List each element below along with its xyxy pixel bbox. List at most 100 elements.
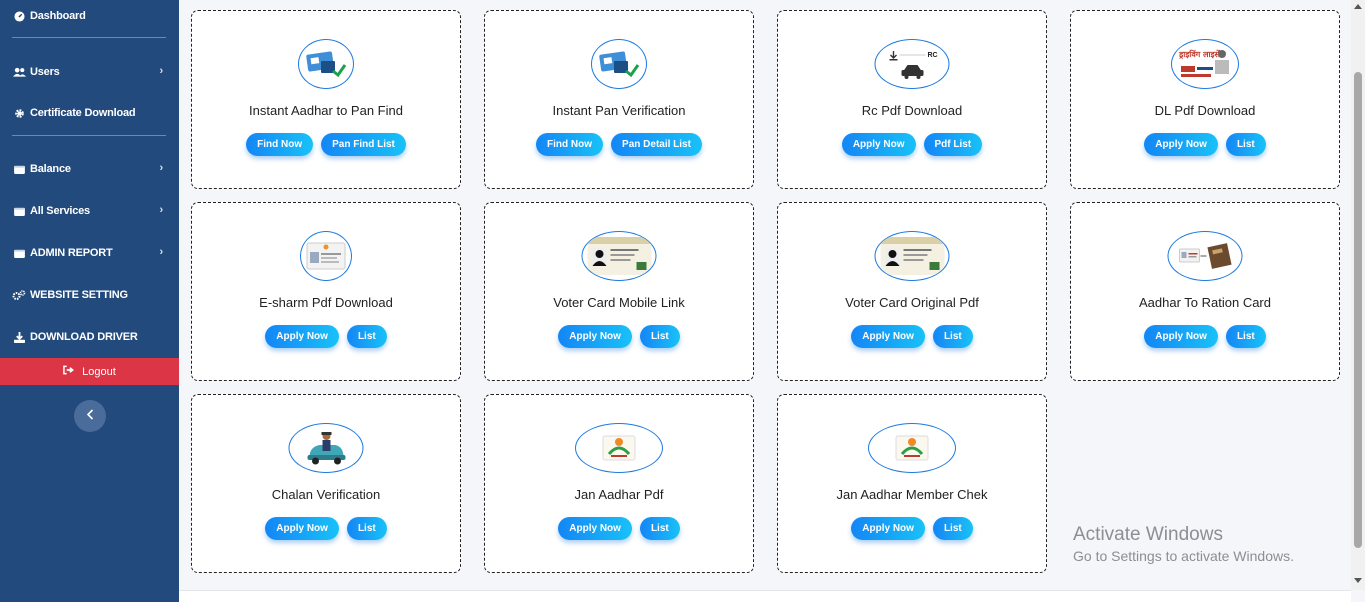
- sidebar-item-certificate-download[interactable]: Certificate Download: [12, 102, 165, 124]
- service-card-aadhar-to-ration: Aadhar To Ration Card Apply Now List: [1070, 202, 1340, 381]
- list-button[interactable]: List: [346, 325, 387, 348]
- service-card-voter-card-mobile-link: Voter Card Mobile Link Apply Now List: [484, 202, 754, 381]
- list-button[interactable]: List: [1225, 325, 1266, 348]
- service-title: Jan Aadhar Pdf: [574, 487, 664, 502]
- sidebar-item-website-setting[interactable]: WEBSITE SETTING: [12, 284, 165, 306]
- jan-aadhar-logo-icon: [868, 423, 956, 473]
- sidebar-item-label: Users: [30, 66, 60, 78]
- cogs-icon: [12, 289, 26, 301]
- service-title: Voter Card Original Pdf: [845, 295, 979, 310]
- service-title: E-sharm Pdf Download: [259, 295, 393, 310]
- service-card-pan-verification: Instant Pan Verification Find Now Pan De…: [484, 10, 754, 189]
- service-card-rc-pdf-download: RC Rc Pdf Download Apply Now Pdf List: [777, 10, 1047, 189]
- apply-now-button[interactable]: Apply Now: [851, 517, 925, 540]
- apply-now-button[interactable]: Apply Now: [265, 325, 339, 348]
- service-card-jan-aadhar-pdf: Jan Aadhar Pdf Apply Now List: [484, 394, 754, 573]
- sidebar-item-label: Balance: [30, 163, 71, 175]
- sidebar-divider: [12, 37, 166, 38]
- rc-logo-icon: RC: [874, 39, 950, 89]
- scrollbar-thumb[interactable]: [1354, 72, 1362, 548]
- list-button[interactable]: List: [639, 325, 680, 348]
- ration-card-logo-icon: [1167, 231, 1243, 281]
- wallet-icon: [12, 247, 26, 259]
- sidebar-item-users[interactable]: Users ›: [12, 61, 165, 83]
- sidebar-item-download-driver[interactable]: DOWNLOAD DRIVER: [12, 326, 165, 348]
- sidebar-item-label: Certificate Download: [30, 107, 136, 119]
- sidebar-collapse-button[interactable]: [74, 400, 106, 432]
- chevron-right-icon: ›: [159, 204, 164, 216]
- main-content: Instant Aadhar to Pan Find Find Now Pan …: [179, 0, 1351, 590]
- rc-logo-text: RC: [927, 52, 937, 59]
- pdf-list-button[interactable]: Pdf List: [923, 133, 983, 156]
- service-card-jan-aadhar-member-chek: Jan Aadhar Member Chek Apply Now List: [777, 394, 1047, 573]
- sidebar: Dashboard Users › Certificate Download B…: [0, 0, 179, 602]
- sidebar-item-label: WEBSITE SETTING: [30, 289, 128, 301]
- list-button[interactable]: List: [1225, 133, 1266, 156]
- chevron-right-icon: ›: [159, 162, 164, 174]
- service-title: Voter Card Mobile Link: [553, 295, 685, 310]
- aadhar-pan-logo-icon: [298, 39, 354, 89]
- apply-now-button[interactable]: Apply Now: [1144, 325, 1218, 348]
- sign-out-icon: [63, 365, 75, 378]
- service-title: Aadhar To Ration Card: [1138, 295, 1271, 310]
- jan-aadhar-logo-icon: [575, 423, 663, 473]
- driving-license-logo-icon: ड्राइविंग लाइसेंस: [1171, 39, 1239, 89]
- wallet-icon: [12, 205, 26, 217]
- service-title: Instant Aadhar to Pan Find: [249, 103, 403, 118]
- sidebar-item-all-services[interactable]: All Services ›: [12, 200, 165, 222]
- sidebar-item-dashboard[interactable]: Dashboard: [12, 5, 165, 27]
- voter-card-logo-icon: [874, 231, 950, 281]
- service-title: Jan Aadhar Member Chek: [836, 487, 988, 502]
- logout-button[interactable]: Logout: [0, 358, 179, 385]
- find-now-button[interactable]: Find Now: [536, 133, 604, 156]
- service-card-esharm-pdf: E-sharm Pdf Download Apply Now List: [191, 202, 461, 381]
- list-button[interactable]: List: [932, 325, 973, 348]
- apply-now-button[interactable]: Apply Now: [851, 325, 925, 348]
- list-button[interactable]: List: [932, 517, 973, 540]
- apply-now-button[interactable]: Apply Now: [841, 133, 916, 156]
- chevron-right-icon: ›: [159, 65, 164, 77]
- horizontal-scrollbar[interactable]: [179, 590, 1351, 602]
- sidebar-item-balance[interactable]: Balance ›: [12, 158, 165, 180]
- watermark-subtitle: Go to Settings to activate Windows.: [1073, 548, 1294, 564]
- apply-now-button[interactable]: Apply Now: [1144, 133, 1218, 156]
- list-button[interactable]: List: [639, 517, 680, 540]
- esharm-logo-icon: [300, 231, 352, 281]
- service-title: DL Pdf Download: [1154, 103, 1256, 118]
- users-icon: [12, 66, 26, 78]
- traffic-police-logo-icon: [288, 423, 364, 473]
- watermark-title: Activate Windows: [1073, 524, 1223, 545]
- vertical-scrollbar[interactable]: [1351, 0, 1365, 590]
- sidebar-divider: [12, 135, 166, 136]
- pan-verification-logo-icon: [591, 39, 647, 89]
- activate-windows-watermark: Activate Windows Go to Settings to activ…: [1073, 524, 1294, 564]
- service-title: Chalan Verification: [271, 487, 381, 502]
- apply-now-button[interactable]: Apply Now: [558, 517, 632, 540]
- download-icon: [12, 331, 26, 343]
- service-title: Rc Pdf Download: [861, 103, 963, 118]
- chevron-left-icon: [86, 407, 94, 425]
- service-title: Instant Pan Verification: [552, 103, 686, 118]
- sidebar-item-label: ADMIN REPORT: [30, 247, 113, 259]
- wallet-icon: [12, 163, 26, 175]
- pan-find-list-button[interactable]: Pan Find List: [321, 133, 406, 156]
- logout-label: Logout: [82, 365, 116, 378]
- pan-detail-list-button[interactable]: Pan Detail List: [611, 133, 702, 156]
- dashboard-icon: [12, 10, 26, 22]
- service-card-voter-card-original-pdf: Voter Card Original Pdf Apply Now List: [777, 202, 1047, 381]
- sidebar-item-label: All Services: [30, 205, 90, 217]
- service-card-dl-pdf-download: ड्राइविंग लाइसेंस DL Pdf Download Apply …: [1070, 10, 1340, 189]
- service-card-aadhar-to-pan: Instant Aadhar to Pan Find Find Now Pan …: [191, 10, 461, 189]
- sidebar-item-label: Dashboard: [30, 10, 86, 22]
- gear-icon: [12, 107, 26, 119]
- list-button[interactable]: List: [346, 517, 387, 540]
- apply-now-button[interactable]: Apply Now: [265, 517, 339, 540]
- scroll-up-icon[interactable]: [1354, 4, 1362, 9]
- sidebar-item-label: DOWNLOAD DRIVER: [30, 331, 138, 343]
- chevron-right-icon: ›: [159, 246, 164, 258]
- apply-now-button[interactable]: Apply Now: [558, 325, 632, 348]
- sidebar-item-admin-report[interactable]: ADMIN REPORT ›: [12, 242, 165, 264]
- voter-card-logo-icon: [581, 231, 657, 281]
- find-now-button[interactable]: Find Now: [246, 133, 314, 156]
- scroll-down-icon[interactable]: [1354, 578, 1362, 583]
